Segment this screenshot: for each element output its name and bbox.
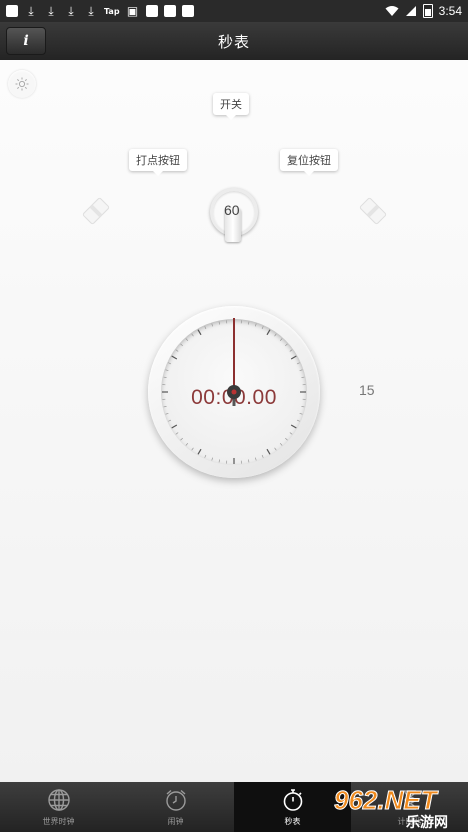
battery-icon xyxy=(422,4,433,18)
app-notification-icon xyxy=(181,5,194,17)
globe-icon xyxy=(47,788,70,811)
timer-icon xyxy=(403,789,416,810)
sun-icon xyxy=(15,77,29,91)
bottom-navigation: 世界时钟 闹钟 秒表 计时器 xyxy=(0,782,468,832)
tap-notification-icon: Tap xyxy=(104,6,120,16)
download-icon: ⤓ xyxy=(68,3,74,18)
wifi-icon xyxy=(385,6,399,16)
info-button[interactable]: i xyxy=(6,27,46,55)
app-notification-icon xyxy=(145,5,158,17)
download-icon: ⤓ xyxy=(28,3,34,18)
tab-label: 世界时钟 xyxy=(42,816,75,826)
lap-button-callout: 打点按钮 xyxy=(129,149,187,176)
tab-alarm[interactable]: 闹钟 xyxy=(117,782,234,832)
lap-button-icon xyxy=(82,197,110,225)
tab-label: 计时器 xyxy=(397,816,422,826)
status-bar: ⤓ ⤓ ⤓ ⤓ Tap ▣ 3:54 xyxy=(0,0,468,22)
dial-mark-15: 15 xyxy=(359,382,375,398)
app-notification-icon xyxy=(6,5,18,17)
tab-stopwatch[interactable]: 秒表 xyxy=(234,782,351,832)
signal-icon xyxy=(405,6,416,16)
app-notification-icon xyxy=(163,5,176,17)
lap-button[interactable] xyxy=(78,193,114,229)
status-time: 3:54 xyxy=(438,4,462,18)
switch-callout: 开关 xyxy=(213,93,249,120)
page-title: 秒表 xyxy=(217,32,250,51)
download-icon: ⤓ xyxy=(48,3,54,18)
reset-button[interactable] xyxy=(355,193,391,229)
image-notification-icon: ▣ xyxy=(126,4,139,18)
stopwatch-panel: 开关 打点按钮 复位按钮 60 15 00:00.00 xyxy=(0,60,468,782)
tab-timer[interactable]: 计时器 xyxy=(351,782,468,832)
tab-label: 闹钟 xyxy=(167,816,184,826)
reset-button-callout: 复位按钮 xyxy=(280,149,338,176)
download-icon: ⤓ xyxy=(88,3,94,18)
dial-mark-60: 60 xyxy=(224,202,240,218)
second-hand xyxy=(227,318,241,406)
system-status: 3:54 xyxy=(385,4,468,18)
alarm-clock-icon xyxy=(165,789,186,811)
title-bar: i 秒表 xyxy=(0,22,468,60)
brightness-button[interactable] xyxy=(8,70,36,98)
notification-icons: ⤓ ⤓ ⤓ ⤓ Tap ▣ xyxy=(0,0,194,22)
stopwatch-icon xyxy=(283,788,302,811)
tab-world-clock[interactable]: 世界时钟 xyxy=(0,782,117,832)
tab-label: 秒表 xyxy=(284,816,301,826)
stopwatch-dial: 00:00.00 xyxy=(148,306,320,478)
reset-button-icon xyxy=(359,197,387,225)
